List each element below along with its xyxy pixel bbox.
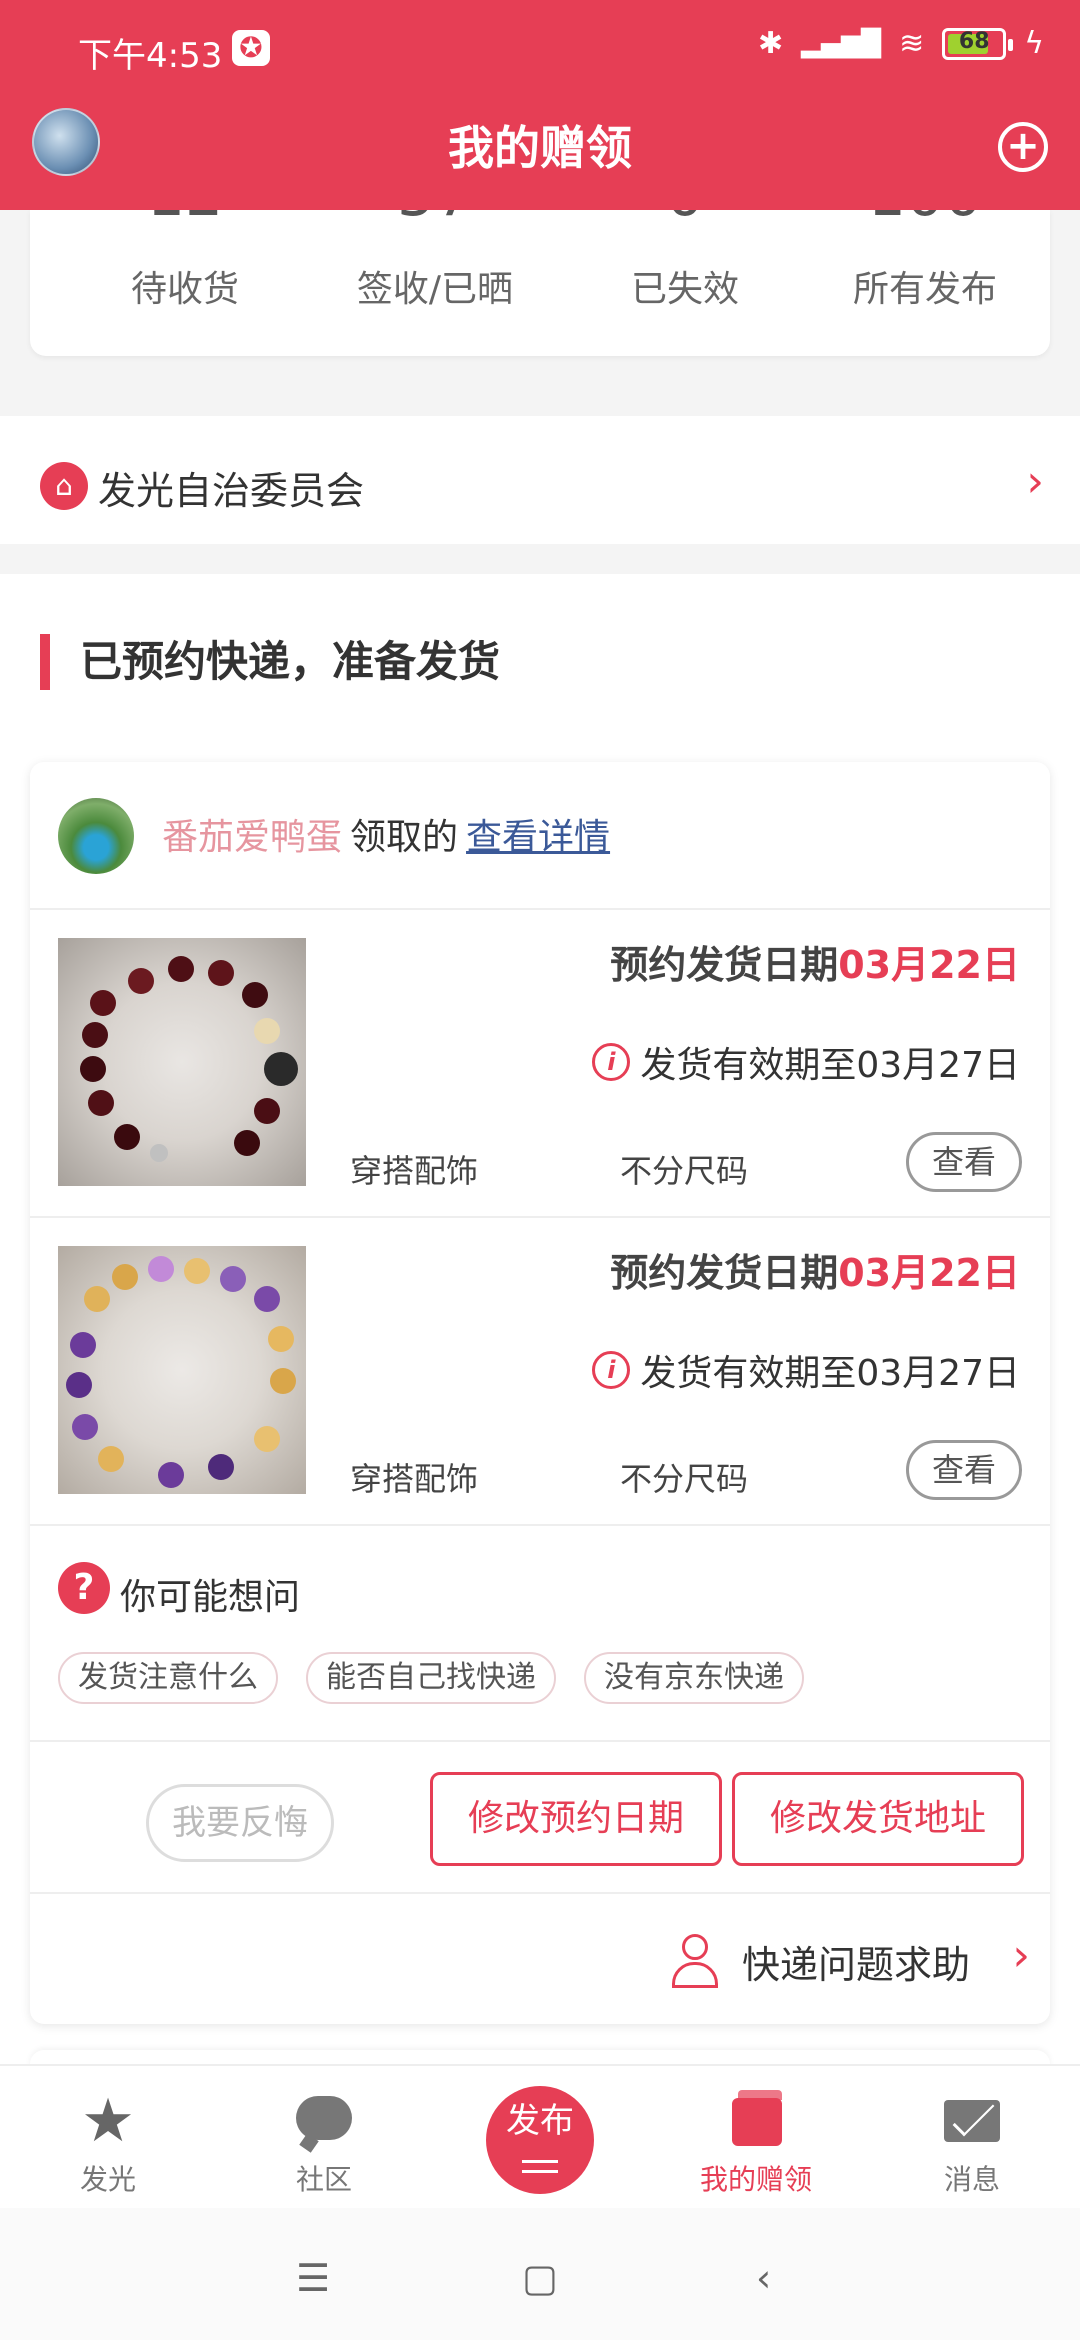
nav-label: 消息 (943, 2163, 1000, 2196)
change-address-button[interactable]: 修改发货地址 (732, 1772, 1024, 1866)
bottom-nav: ★ 发光 社区 发布 我的赠领 消息 (0, 2064, 1080, 2208)
stat-label: 待收货 (130, 269, 239, 310)
faq-title: 你可能想问 (120, 1577, 301, 1618)
change-date-button[interactable]: 修改预约日期 (430, 1772, 722, 1866)
stat-value: 0 (560, 210, 810, 230)
item-category: 穿搭配饰 (350, 1460, 479, 1498)
validity-row: i 发货有效期至03月27日 (592, 1036, 1020, 1088)
stat-label: 签收/已晒 (356, 269, 514, 310)
ship-date-label: 预约发货日期 (610, 943, 839, 987)
item-size: 不分尺码 (620, 1460, 749, 1498)
home-icon[interactable]: ▢ (522, 2256, 558, 2300)
app-header: 下午4:53 ✪ ✱ ▂▄▆█ ≋ 68 ϟ 我的赠领 + (0, 0, 1080, 210)
nav-item-messages[interactable]: 消息 (864, 2076, 1080, 2198)
star-icon: ★ (81, 2086, 135, 2156)
view-button[interactable]: 查看 (906, 1440, 1022, 1500)
validity-text: 发货有效期至03月27日 (640, 1353, 1020, 1394)
nav-item-my-claims[interactable]: 我的赠领 (648, 2076, 864, 2198)
faq-chip[interactable]: 能否自己找快递 (306, 1652, 556, 1704)
item-thumbnail[interactable] (58, 1246, 306, 1494)
item-category: 穿搭配饰 (350, 1152, 479, 1190)
notification-app-icon: ✪ (232, 30, 270, 66)
stat-value: 12 (60, 210, 310, 230)
committee-icon: ⌂ (40, 462, 88, 510)
claimer-line: 番茄爱鸭蛋 领取的 查看详情 (162, 808, 610, 860)
stat-label: 已失效 (630, 269, 739, 310)
delivery-help-row[interactable]: 快递问题求助 › (30, 1894, 1050, 2024)
faq-section: ? 你可能想问 发货注意什么 能否自己找快递 没有京东快递 (30, 1526, 1050, 1742)
stat-value: 100 (800, 210, 1050, 230)
nav-item-community[interactable]: 社区 (216, 2076, 432, 2198)
committee-label: 发光自治委员会 (98, 469, 365, 513)
order-item: 预约发货日期03月22日 i 发货有效期至03月27日 穿搭配饰 不分尺码 查看 (30, 1218, 1050, 1526)
ship-date-value: 03月22日 (838, 943, 1020, 987)
validity-text: 发货有效期至03月27日 (640, 1045, 1020, 1086)
order-item: 预约发货日期03月22日 i 发货有效期至03月27日 穿搭配饰 不分尺码 查看 (30, 910, 1050, 1218)
mail-icon (940, 2090, 1004, 2152)
status-time: 下午4:53 (78, 36, 223, 76)
view-details-link[interactable]: 查看详情 (466, 817, 610, 858)
order-card: 番茄爱鸭蛋 领取的 查看详情 预约发货日期03月22日 i 发货有效期至03月27日 (30, 762, 1050, 2024)
signal-icon: ▂▄▆█ (801, 28, 882, 59)
publish-label: 发布 (506, 2101, 574, 2141)
item-size: 不分尺码 (620, 1152, 749, 1190)
wallet-icon (724, 2090, 788, 2152)
delivery-help-label: 快递问题求助 (742, 1943, 971, 1987)
charging-icon: ϟ (1024, 26, 1044, 61)
nav-label: 社区 (295, 2163, 352, 2196)
nav-item-shine[interactable]: ★ 发光 (0, 2076, 216, 2198)
info-icon: i (592, 1351, 631, 1389)
person-icon (670, 1934, 720, 1988)
battery-icon: 68 (942, 27, 1014, 60)
claimer-verb: 领取的 (350, 817, 459, 858)
stat-value: 57 (310, 210, 560, 230)
nav-label: 我的赠领 (699, 2163, 812, 2196)
status-bar: 下午4:53 ✪ ✱ ▂▄▆█ ≋ 68 ϟ (0, 0, 1080, 96)
section-title: 已预约快递，准备发货 (40, 634, 500, 690)
ship-date: 预约发货日期03月22日 (610, 1242, 1020, 1297)
nav-label: 发光 (79, 2163, 136, 2196)
committee-row[interactable]: ⌂ 发光自治委员会 › (0, 416, 1080, 544)
status-icons: ✱ ▂▄▆█ ≋ 68 ϟ (758, 26, 1044, 61)
action-row: 我要反悔 修改预约日期 修改发货地址 (30, 1742, 1050, 1894)
ship-date-value: 03月22日 (838, 1251, 1020, 1295)
faq-chip[interactable]: 发货注意什么 (58, 1652, 278, 1704)
claimer-row: 番茄爱鸭蛋 领取的 查看详情 (30, 762, 1050, 910)
info-icon: i (592, 1043, 631, 1081)
wifi-icon: ≋ (899, 26, 925, 61)
stats-card: 12 待收货 57 签收/已晒 0 已失效 100 所有发布 (30, 210, 1050, 356)
view-button[interactable]: 查看 (906, 1132, 1022, 1192)
stat-label: 所有发布 (852, 269, 997, 310)
ship-date: 预约发货日期03月22日 (610, 934, 1020, 989)
back-icon[interactable]: ‹ (756, 2256, 771, 2300)
chevron-right-icon: › (1012, 1930, 1030, 1981)
chat-bubble-icon (292, 2090, 356, 2152)
claimer-name[interactable]: 番茄爱鸭蛋 (162, 817, 342, 858)
question-icon: ? (58, 1562, 110, 1614)
validity-row: i 发货有效期至03月27日 (592, 1344, 1020, 1396)
battery-level: 68 (958, 28, 990, 54)
regret-button[interactable]: 我要反悔 (146, 1784, 334, 1862)
faq-chip[interactable]: 没有京东快递 (584, 1652, 804, 1704)
bluetooth-icon: ✱ (757, 26, 784, 61)
menu-icon[interactable]: ☰ (296, 2256, 330, 2300)
system-nav-bar: ☰ ▢ ‹ (0, 2208, 1080, 2340)
ship-date-label: 预约发货日期 (610, 1251, 839, 1295)
faq-chips: 发货注意什么 能否自己找快递 没有京东快递 (58, 1652, 804, 1704)
item-thumbnail[interactable] (58, 938, 306, 1186)
publish-button[interactable]: 发布 (486, 2086, 594, 2194)
chevron-right-icon: › (1026, 456, 1044, 507)
claimer-avatar[interactable] (58, 798, 134, 874)
page-title: 我的赠领 (448, 121, 632, 175)
add-button[interactable]: + (998, 122, 1048, 172)
